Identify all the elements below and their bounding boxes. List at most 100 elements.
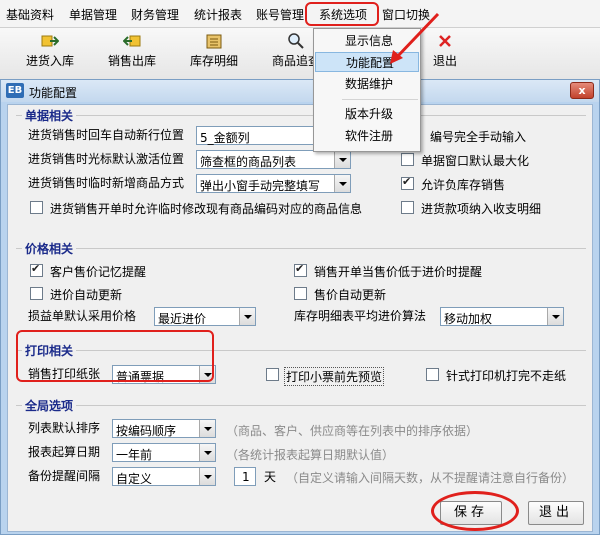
backup-select[interactable]: 自定义 [112, 467, 216, 486]
dropdown-item-display-info[interactable]: 显示信息 [315, 31, 419, 51]
backup-value: 自定义 [116, 472, 153, 486]
highlight-print-group [16, 330, 214, 382]
new-goods-label: 进货销售时临时新增商品方式 [28, 176, 185, 190]
dialog-title: 功能配置 [29, 86, 78, 100]
search-icon [288, 33, 304, 49]
auto-row-label: 进货销售时回车自动新行位置 [28, 128, 185, 142]
backup-days-input[interactable]: 1 [234, 467, 256, 486]
ledger-checkbox[interactable] [401, 201, 414, 214]
avg-cost-value: 移动加权 [444, 312, 493, 326]
loss-price-select[interactable]: 最近进价 [154, 307, 256, 326]
chevron-down-icon[interactable] [334, 175, 350, 192]
chevron-down-icon[interactable] [199, 444, 215, 461]
highlight-save-button [431, 491, 519, 531]
below-cost-label: 销售开单当售价低于进价时提醒 [314, 265, 483, 279]
group-documents-title: 单据相关 [22, 107, 77, 124]
backup-days-value: 1 [242, 470, 250, 484]
ledger-label: 进货款项纳入收支明细 [421, 202, 542, 216]
inventory-icon [206, 34, 222, 49]
group-documents: 单据相关 进货销售时回车自动新行位置 5_金额列 编号完全手动输入 进货销售时光… [16, 107, 586, 235]
remember-price-checkbox[interactable] [30, 262, 43, 277]
toolbar-exit-label: 退出 [432, 54, 457, 68]
sort-note: （商品、客户、供应商等在列表中的排序依据） [226, 424, 479, 438]
maximize-checkbox[interactable] [401, 153, 414, 166]
menu-basic-data[interactable]: 基础资料 [6, 6, 54, 23]
chevron-down-icon[interactable] [547, 308, 563, 325]
exit-button[interactable]: 退出 [528, 501, 584, 525]
menu-documents[interactable]: 单据管理 [69, 6, 117, 23]
remember-price-label: 客户售价记忆提醒 [50, 265, 147, 279]
negative-stock-label: 允许负库存销售 [421, 178, 506, 192]
modify-code-checkbox[interactable] [30, 201, 43, 214]
group-price: 价格相关 客户售价记忆提醒 销售开单当售价低于进价时提醒 进价自动更新 售价自动… [16, 240, 586, 338]
avg-cost-label: 库存明细表平均进价算法 [294, 309, 427, 323]
group-price-title: 价格相关 [22, 240, 77, 257]
auto-row-value: 5_金额列 [200, 131, 250, 145]
backup-label: 备份提醒间隔 [28, 469, 101, 483]
toolbar-sales-out-label: 销售出库 [107, 54, 156, 68]
cursor-position-label: 进货销售时光标默认激活位置 [28, 152, 185, 166]
group-global-title: 全局选项 [22, 397, 77, 414]
chevron-down-icon[interactable] [239, 308, 255, 325]
dropdown-separator [342, 99, 418, 100]
sort-label: 列表默认排序 [28, 421, 101, 435]
backup-unit-label: 天 [264, 470, 277, 484]
toolbar-sales-out-button[interactable]: 销售出库 [100, 28, 164, 78]
toolbar-inventory-label: 库存明细 [189, 54, 238, 68]
dropdown-item-register[interactable]: 软件注册 [315, 126, 419, 146]
main-menubar: 基础资料 单据管理 财务管理 统计报表 账号管理 系统选项 窗口切换 [0, 0, 600, 28]
no-feed-label: 针式打印机打完不走纸 [446, 369, 567, 383]
modify-code-label: 进货销售开单时允许临时修改现有商品编码对应的商品信息 [50, 202, 363, 216]
toolbar-purchase-in-label: 进货入库 [25, 54, 74, 68]
chevron-down-icon[interactable] [199, 420, 215, 437]
main-toolbar: 进货入库 销售出库 库存明细 商品追查 退出 [0, 28, 600, 80]
cursor-position-select[interactable]: 筛查框的商品列表 [196, 150, 351, 169]
toolbar-purchase-in-button[interactable]: 进货入库 [18, 28, 82, 78]
auto-cost-checkbox[interactable] [30, 287, 43, 300]
auto-cost-label: 进价自动更新 [50, 288, 123, 302]
loss-price-value: 最近进价 [158, 312, 207, 326]
dropdown-item-maintenance[interactable]: 数据维护 [315, 74, 419, 94]
no-feed-checkbox[interactable] [426, 368, 439, 381]
chevron-down-icon[interactable] [199, 468, 215, 485]
dialog-titlebar: EB 功能配置 x [1, 80, 599, 102]
highlight-system-options [305, 2, 379, 26]
sort-select[interactable]: 按编码顺序 [112, 419, 216, 438]
below-cost-checkbox[interactable] [294, 262, 307, 277]
new-goods-value: 弹出小窗手动完整填写 [200, 179, 321, 193]
menu-finance[interactable]: 财务管理 [131, 6, 179, 23]
group-global: 全局选项 列表默认排序 按编码顺序 （商品、客户、供应商等在列表中的排序依据） … [16, 397, 586, 495]
export-icon [123, 35, 141, 47]
toolbar-inventory-button[interactable]: 库存明细 [182, 28, 246, 78]
system-options-dropdown: 显示信息 功能配置 数据维护 版本升级 软件注册 [313, 28, 421, 152]
start-date-note: （各统计报表起算日期默认值） [226, 448, 395, 462]
start-date-select[interactable]: 一年前 [112, 443, 216, 462]
cursor-position-value: 筛查框的商品列表 [200, 155, 297, 169]
menu-accounts[interactable]: 账号管理 [256, 6, 304, 23]
negative-stock-checkbox[interactable] [401, 175, 414, 190]
auto-price-checkbox[interactable] [294, 287, 307, 300]
print-preview-label: 打印小票前先预览 [284, 367, 385, 386]
chevron-down-icon[interactable] [334, 151, 350, 168]
backup-note: （自定义请输入间隔天数，从不提醒请注意自行备份） [286, 471, 575, 485]
maximize-label: 单据窗口默认最大化 [421, 154, 530, 168]
dropdown-item-config[interactable]: 功能配置 [315, 52, 419, 72]
config-dialog: EB 功能配置 x 单据相关 进货销售时回车自动新行位置 5_金额列 编号完全手… [0, 79, 600, 535]
menu-reports[interactable]: 统计报表 [194, 6, 242, 23]
dialog-close-button[interactable]: x [570, 82, 594, 99]
exit-icon [439, 35, 451, 47]
toolbar-exit-button[interactable]: 退出 [420, 28, 470, 78]
loss-price-label: 损益单默认采用价格 [28, 309, 137, 323]
import-icon [41, 35, 59, 47]
avg-cost-select[interactable]: 移动加权 [440, 307, 564, 326]
app-logo-icon: EB [6, 83, 24, 98]
sort-value: 按编码顺序 [116, 424, 177, 438]
dropdown-item-upgrade[interactable]: 版本升级 [315, 104, 419, 124]
new-goods-select[interactable]: 弹出小窗手动完整填写 [196, 174, 351, 193]
manual-code-label: 编号完全手动输入 [430, 130, 527, 144]
print-preview-checkbox[interactable] [266, 368, 279, 381]
menu-window-switch[interactable]: 窗口切换 [382, 6, 430, 23]
start-date-label: 报表起算日期 [28, 445, 101, 459]
auto-price-label: 售价自动更新 [314, 288, 387, 302]
start-date-value: 一年前 [116, 448, 153, 462]
